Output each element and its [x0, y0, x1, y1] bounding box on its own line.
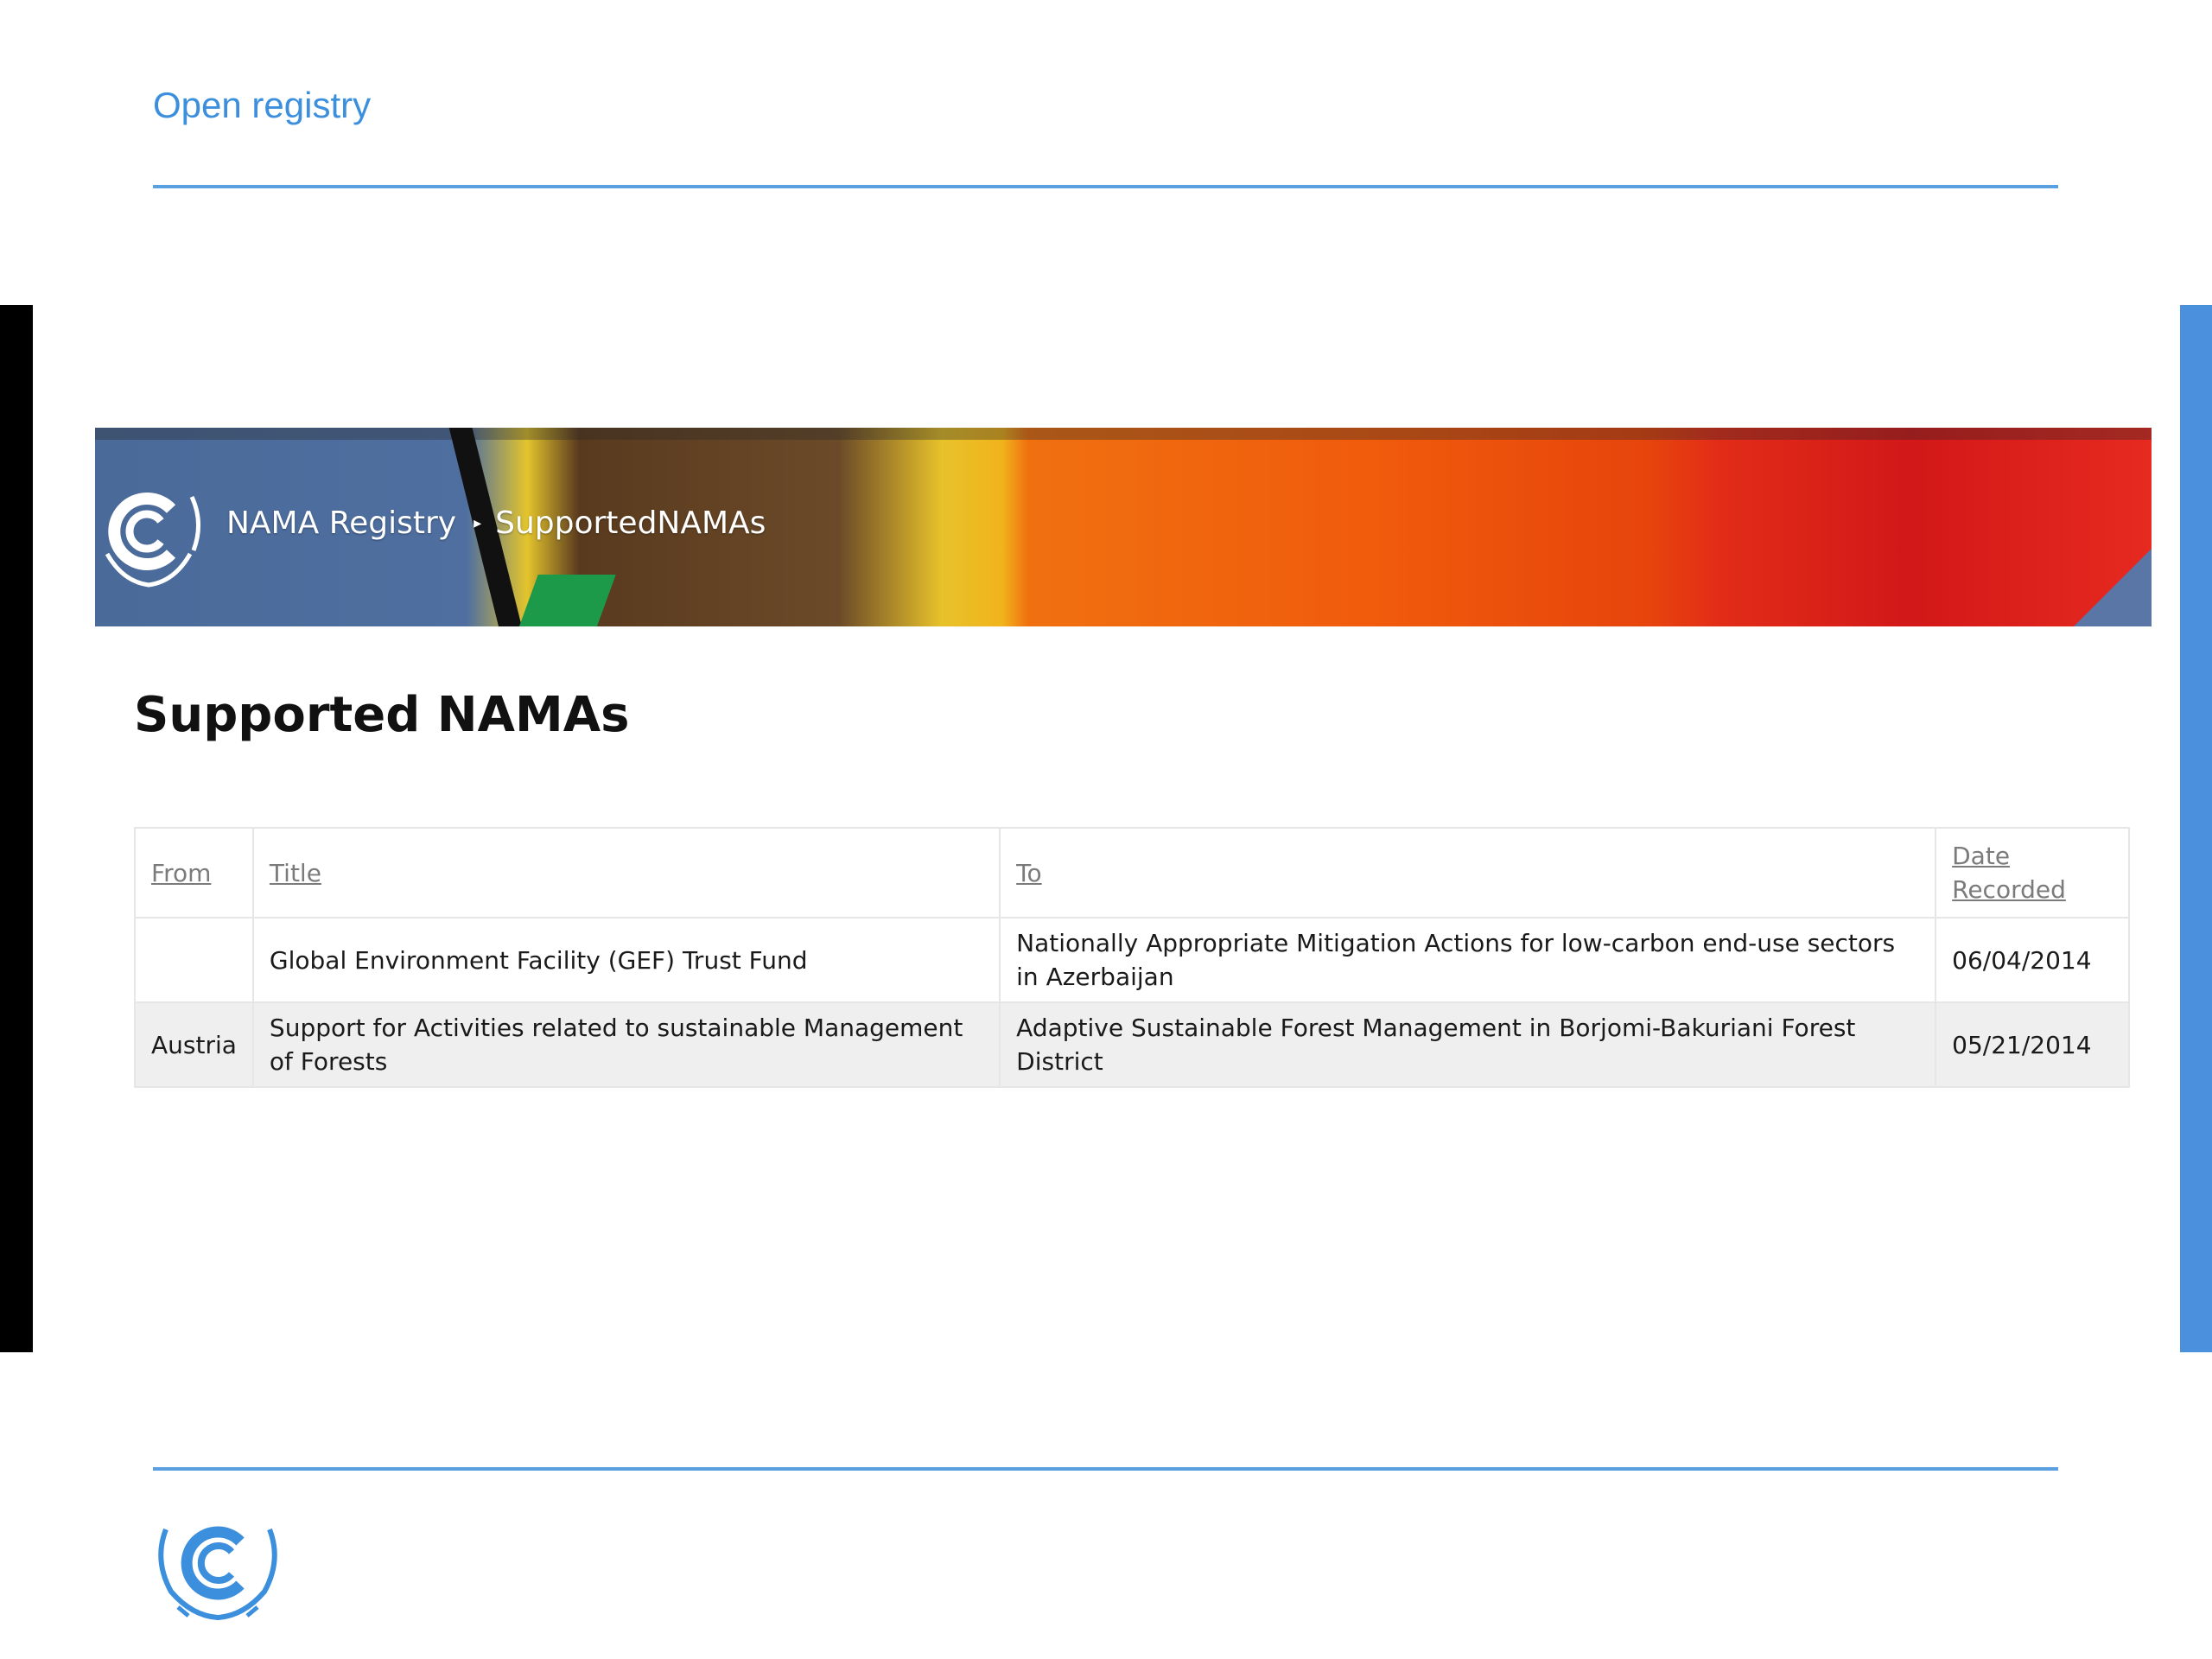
- sort-date-recorded-link[interactable]: Date Recorded: [1952, 842, 2066, 904]
- cell-from: Austria: [134, 1001, 254, 1088]
- breadcrumb: NAMA Registry ▸ SupportedNAMAs: [226, 505, 766, 541]
- cell-date-recorded: 06/04/2014: [1935, 917, 2130, 1003]
- breadcrumb-item-supported-namas[interactable]: SupportedNAMAs: [495, 505, 766, 541]
- table-header-row: From Title To Date Recorded: [134, 827, 2130, 918]
- page-heading: Supported NAMAs: [134, 687, 630, 743]
- left-edge-bar: [0, 305, 33, 1352]
- table-row[interactable]: Austria Support for Activities related t…: [134, 1001, 2130, 1088]
- cell-from: [134, 917, 254, 1003]
- right-edge-bar: [2180, 305, 2212, 1352]
- page-banner: NAMA Registry ▸ SupportedNAMAs: [95, 428, 2152, 626]
- breadcrumb-separator-icon: ▸: [474, 514, 482, 532]
- supported-namas-table: From Title To Date Recorded Global Envir…: [134, 827, 2130, 1088]
- column-header-title: Title: [251, 827, 1001, 918]
- column-header-to: To: [999, 827, 1937, 918]
- unfccc-logo-icon[interactable]: [95, 471, 209, 592]
- cell-title: Global Environment Facility (GEF) Trust …: [251, 917, 1001, 1003]
- registry-screenshot: NAMA Registry ▸ SupportedNAMAs Supported…: [95, 428, 2152, 1292]
- column-header-from: From: [134, 827, 254, 918]
- breadcrumb-item-nama-registry[interactable]: NAMA Registry: [226, 505, 456, 541]
- sort-title-link[interactable]: Title: [270, 859, 321, 887]
- cell-to: Nationally Appropriate Mitigation Action…: [999, 917, 1937, 1003]
- sort-to-link[interactable]: To: [1016, 859, 1041, 887]
- sort-from-link[interactable]: From: [151, 859, 211, 887]
- slide-title: Open registry: [153, 85, 372, 125]
- cell-to: Adaptive Sustainable Forest Management i…: [999, 1001, 1937, 1088]
- unfccc-logo-icon: [158, 1526, 277, 1621]
- column-header-date-recorded: Date Recorded: [1935, 827, 2130, 918]
- cell-date-recorded: 05/21/2014: [1935, 1001, 2130, 1088]
- top-rule: [153, 185, 2058, 188]
- cell-title: Support for Activities related to sustai…: [251, 1001, 1001, 1088]
- bottom-rule: [153, 1467, 2058, 1471]
- table-row[interactable]: Global Environment Facility (GEF) Trust …: [134, 917, 2130, 1003]
